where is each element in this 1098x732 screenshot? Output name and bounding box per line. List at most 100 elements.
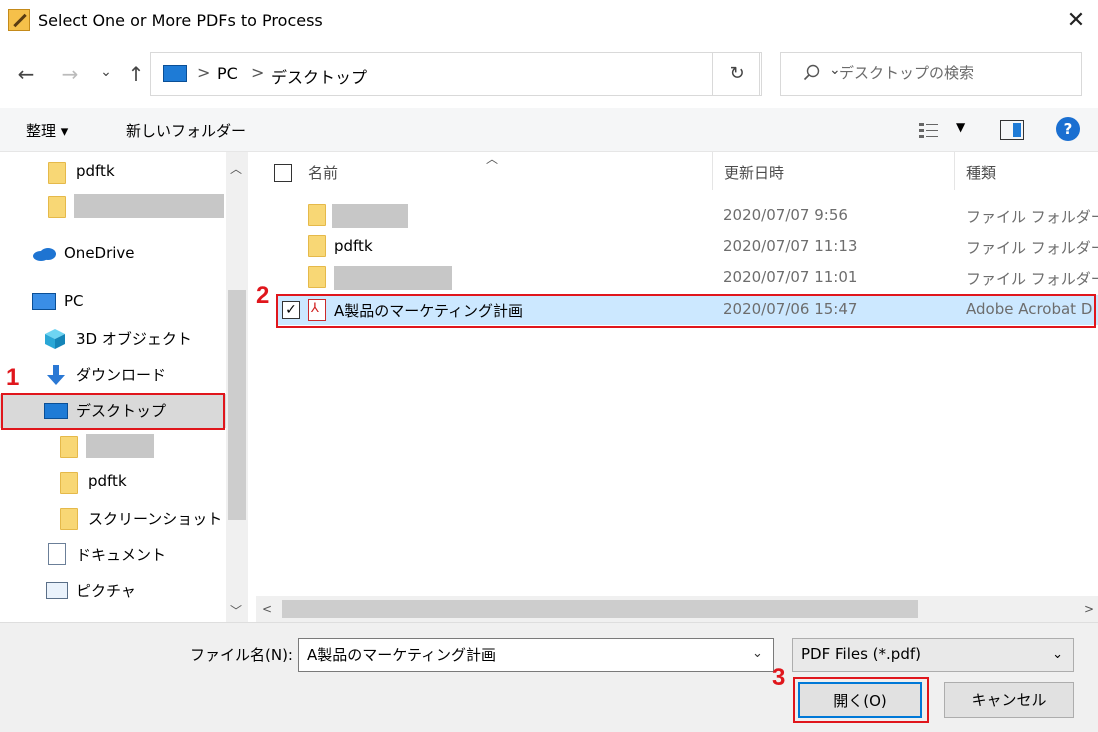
nav-item-downloads[interactable]: ダウンロード [0, 358, 226, 392]
breadcrumb-desktop[interactable]: デスクトップ [271, 64, 367, 88]
annotation-number-3: 3 [772, 664, 786, 691]
annotation-number-1: 1 [6, 364, 20, 391]
nav-item-label: PC [64, 292, 84, 310]
nav-item-label: pdftk [88, 472, 127, 490]
scroll-up-icon[interactable]: ︿ [230, 160, 242, 177]
title-bar: Select One or More PDFs to Process ✕ [0, 0, 1098, 44]
file-modified: 2020/07/07 9:56 [723, 206, 848, 224]
column-divider[interactable] [712, 152, 713, 190]
list-item[interactable]: pdftk 2020/07/07 11:13 ファイル フォルダー [276, 232, 1098, 262]
cancel-button[interactable]: キャンセル [944, 682, 1074, 718]
nav-item-redacted[interactable] [0, 190, 226, 224]
cloud-icon [33, 248, 56, 261]
navigation-pane: pdftk OneDrive PC 3D オブジェクト ダウンロード デスクトッ… [0, 152, 248, 622]
folder-icon [48, 162, 66, 184]
scroll-left-icon[interactable]: < [262, 602, 272, 616]
column-header-modified[interactable]: 更新日時 [724, 162, 784, 183]
annotation-box-1 [1, 393, 225, 430]
select-all-checkbox[interactable] [274, 164, 292, 182]
download-icon [47, 365, 65, 385]
nav-item-label: ドキュメント [76, 546, 167, 564]
forward-button[interactable]: → [56, 60, 84, 88]
app-icon [8, 9, 30, 31]
file-type-filter-value: PDF Files (*.pdf) [801, 645, 921, 663]
nav-scrollbar-thumb[interactable] [228, 290, 246, 520]
column-header-name[interactable]: 名前 [308, 162, 338, 183]
folder-icon [308, 266, 326, 288]
redacted-name [334, 266, 452, 290]
file-type: ファイル フォルダー [966, 239, 1098, 257]
redacted-label [74, 194, 224, 218]
redacted-label [86, 434, 154, 458]
file-type-filter[interactable]: PDF Files (*.pdf) ⌄ [792, 638, 1074, 672]
redacted-name [332, 204, 408, 228]
file-type: ファイル フォルダー [966, 270, 1098, 288]
help-icon[interactable]: ? [1056, 117, 1080, 141]
filename-combobox[interactable] [298, 638, 774, 672]
close-button[interactable]: ✕ [1056, 4, 1096, 40]
nav-item-documents[interactable]: ドキュメント [0, 538, 226, 572]
file-open-dialog: Select One or More PDFs to Process ✕ ← →… [0, 0, 1098, 732]
up-button[interactable]: ↑ [122, 60, 150, 88]
folder-icon [60, 472, 78, 494]
command-toolbar: 整理 ▾ 新しいフォルダー ▼ ? [0, 108, 1098, 152]
pc-icon [32, 293, 56, 310]
view-options-icon[interactable] [918, 121, 940, 139]
scroll-down-icon[interactable]: ﹀ [230, 602, 242, 619]
column-divider[interactable] [954, 152, 955, 190]
nav-item-label: pdftk [76, 162, 115, 180]
file-modified: 2020/07/07 11:13 [723, 237, 858, 255]
search-box[interactable] [780, 52, 1082, 96]
filename-input[interactable] [307, 645, 737, 663]
column-header-type[interactable]: 種類 [966, 162, 996, 183]
nav-item-onedrive[interactable]: OneDrive [0, 238, 226, 272]
folder-icon [60, 508, 78, 530]
back-button[interactable]: ← [12, 60, 40, 88]
file-name: pdftk [334, 237, 373, 255]
breadcrumb-separator: > [251, 63, 265, 82]
document-icon [48, 543, 66, 565]
list-item[interactable]: 2020/07/07 9:56 ファイル フォルダー [276, 201, 1098, 231]
nav-item-pdftk[interactable]: pdftk [0, 156, 226, 190]
scroll-right-icon[interactable]: > [1084, 602, 1094, 616]
annotation-box-2 [276, 294, 1096, 328]
new-folder-button[interactable]: 新しいフォルダー [126, 120, 246, 141]
preview-pane-icon[interactable] [1000, 120, 1024, 140]
annotation-box-3 [793, 677, 929, 723]
nav-item-pdftk-sub[interactable]: pdftk [0, 466, 226, 500]
search-icon [803, 64, 820, 81]
nav-item-3d-objects[interactable]: 3D オブジェクト [0, 322, 226, 356]
nav-item-label: スクリーンショット [88, 510, 223, 528]
annotation-number-2: 2 [256, 282, 270, 309]
chevron-down-icon: ⌄ [1052, 647, 1063, 662]
nav-item-redacted[interactable] [0, 430, 226, 464]
folder-icon [48, 196, 66, 218]
address-bar[interactable]: > PC > デスクトップ ⌄ [150, 52, 841, 96]
nav-item-label: ダウンロード [76, 366, 167, 384]
organize-menu[interactable]: 整理 ▾ [26, 120, 68, 141]
list-item[interactable]: 2020/07/07 11:01 ファイル フォルダー [276, 263, 1098, 293]
nav-item-label: ピクチャ [76, 582, 136, 600]
refresh-button[interactable]: ↻ [712, 52, 762, 96]
nav-item-pc[interactable]: PC [0, 286, 226, 320]
nav-item-pictures[interactable]: ピクチャ [0, 574, 226, 608]
breadcrumb-separator: > [197, 63, 211, 82]
file-modified: 2020/07/07 11:01 [723, 268, 858, 286]
file-list: 名前 ︿ 更新日時 種類 2020/07/07 9:56 ファイル フォルダー … [256, 152, 1098, 622]
nav-item-screenshots[interactable]: スクリーンショット [0, 502, 226, 536]
pc-icon [163, 65, 187, 82]
picture-icon [46, 582, 68, 599]
horizontal-scrollbar-thumb[interactable] [282, 600, 918, 618]
folder-icon [308, 204, 326, 226]
file-type: ファイル フォルダー [966, 208, 1098, 226]
folder-icon [308, 235, 326, 257]
filename-label: ファイル名(N): [190, 646, 293, 664]
view-dropdown-icon[interactable]: ▼ [956, 120, 965, 134]
breadcrumb-pc[interactable]: PC [217, 64, 238, 83]
chevron-down-icon[interactable]: ⌄ [752, 646, 763, 661]
nav-item-label: 3D オブジェクト [76, 330, 192, 348]
folder-icon [60, 436, 78, 458]
recent-locations-button[interactable]: ⌄ [92, 58, 120, 86]
search-input[interactable] [839, 64, 1069, 82]
window-title: Select One or More PDFs to Process [38, 11, 323, 30]
